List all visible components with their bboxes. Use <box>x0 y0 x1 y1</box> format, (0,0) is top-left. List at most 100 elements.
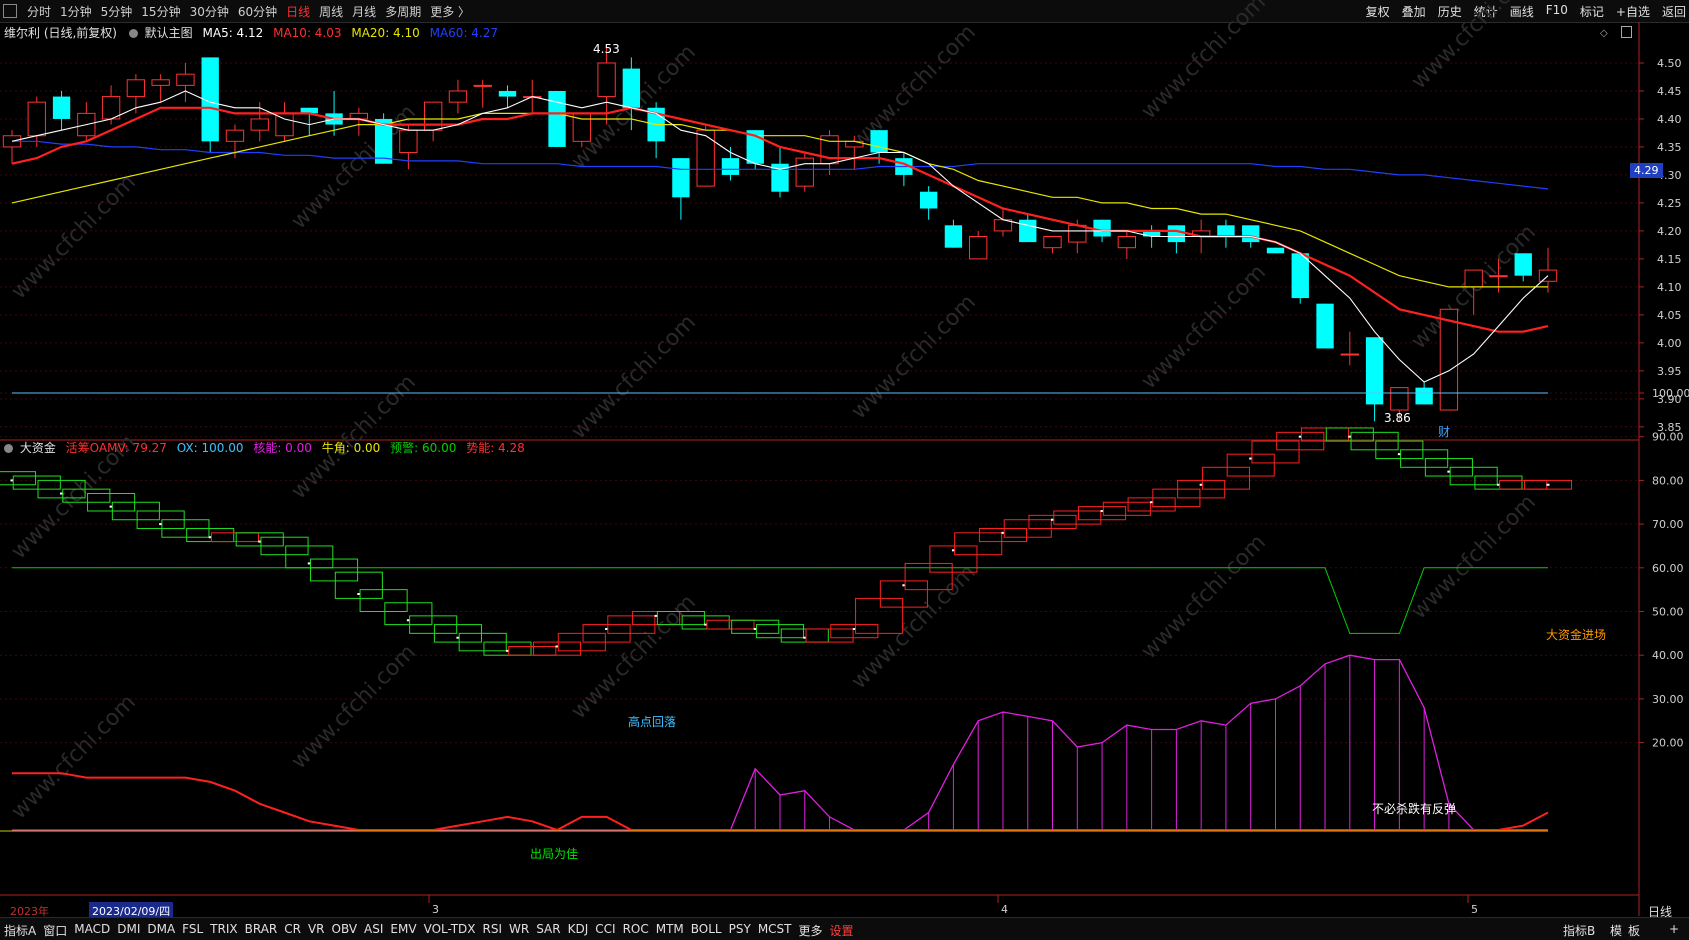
watermark-text: www.cfchi.com <box>287 640 421 774</box>
candle-body-down <box>1266 247 1285 254</box>
candle-body-down <box>919 191 938 209</box>
price-tick-label: 4.00 <box>1657 337 1682 350</box>
indicator-tab-19[interactable]: ROC <box>623 922 649 936</box>
oamv-box <box>483 641 532 656</box>
bottom-right-tab-2[interactable]: 板 <box>1628 922 1640 939</box>
rebound-label: 不必杀跌有反弹 <box>1372 802 1457 816</box>
price-tick-label: 3.95 <box>1657 365 1682 378</box>
oamv-box <box>1201 466 1250 490</box>
candle-body-down <box>1167 225 1186 243</box>
month-label-4: 4 <box>1001 903 1008 916</box>
candle-body-up <box>969 236 988 260</box>
indicator-tab-21[interactable]: BOLL <box>691 922 722 936</box>
candle-body-up <box>250 118 269 131</box>
indicator-tab-8[interactable]: CR <box>284 922 301 936</box>
oamv-dot <box>1546 483 1550 486</box>
candle-body-down <box>1365 337 1384 405</box>
price-tick-label: 4.45 <box>1657 85 1682 98</box>
indicator-tab-20[interactable]: MTM <box>656 922 684 936</box>
candle-body-up <box>448 90 468 103</box>
watermark-text: www.cfchi.com <box>1137 0 1271 124</box>
pullback-label: 高点回落 <box>628 715 677 729</box>
candle-body-down <box>944 225 963 248</box>
power-label: 势能: 4.28 <box>466 441 525 455</box>
month-label-5: 5 <box>1471 903 1478 916</box>
candle-body-down <box>1019 219 1037 243</box>
indicator-tab-23[interactable]: MCST <box>758 922 792 936</box>
oamv-box <box>780 628 829 643</box>
candle-body-up <box>696 129 715 187</box>
indicator-tab-5[interactable]: FSL <box>182 922 203 936</box>
candle-body-up <box>1489 275 1508 278</box>
oamv-box <box>755 624 805 639</box>
warn-label: 预警: 60.00 <box>390 441 457 455</box>
indicator-tab-2[interactable]: MACD <box>74 922 110 936</box>
indicator-tab-18[interactable]: CCI <box>595 922 615 936</box>
sub-name[interactable]: 大资金 <box>20 441 56 455</box>
oamv-box <box>1102 501 1151 516</box>
oamv-label: 活筹OAMV: 79.27 <box>65 441 167 455</box>
indicator-tab-9[interactable]: VR <box>308 922 325 936</box>
bull-label: 牛角: 0.00 <box>321 441 381 455</box>
sub-tick-label: 30.00 <box>1652 693 1684 706</box>
oamv-box <box>186 527 235 543</box>
high-price-label: 4.53 <box>593 42 620 56</box>
watermark-text: www.cfchi.com <box>567 590 701 724</box>
oamv-box <box>978 527 1028 543</box>
indicator-tab-25[interactable]: 设置 <box>830 922 854 939</box>
oamv-box <box>706 619 755 630</box>
exit-label: 出局为佳 <box>530 847 579 861</box>
watermark-text: www.cfchi.com <box>1137 260 1271 394</box>
indicator-tab-16[interactable]: SAR <box>536 922 560 936</box>
candle-body-down <box>1217 225 1235 237</box>
candle-body-up <box>1464 269 1483 288</box>
bottom-right-tab-3[interactable]: + <box>1669 922 1679 936</box>
candle-body-down <box>1514 253 1532 276</box>
indicator-tab-12[interactable]: EMV <box>390 922 416 936</box>
candle-body-down <box>672 158 690 198</box>
candle-body-up <box>176 73 195 86</box>
indicator-tab-4[interactable]: DMA <box>147 922 175 936</box>
indicator-tab-17[interactable]: KDJ <box>568 922 589 936</box>
candle-body-up <box>1068 224 1087 243</box>
watermark-text: www.cfchi.com <box>847 290 981 424</box>
candle-body-up <box>795 157 814 187</box>
indicator-tab-24[interactable]: 更多 <box>799 922 823 939</box>
indicator-tab-22[interactable]: PSY <box>729 922 751 936</box>
oamv-box <box>1251 440 1300 464</box>
oamv-box <box>1325 427 1374 442</box>
cai-marker[interactable]: 财 <box>1438 423 1450 440</box>
ox-label: OX: 100.00 <box>176 441 244 455</box>
indicator-tab-6[interactable]: TRIX <box>210 922 237 936</box>
bottom-right-tab-1[interactable]: 模 <box>1610 922 1622 939</box>
watermark-text: www.cfchi.com <box>847 560 981 694</box>
indicator-tab-15[interactable]: WR <box>509 922 529 936</box>
oamv-box <box>1226 453 1275 477</box>
chart-svg: www.cfchi.com www.cfchi.com www.cfchi.com w… <box>0 0 1689 916</box>
oamv-box <box>731 619 780 634</box>
price-tick-label: 4.40 <box>1657 113 1682 126</box>
indicator-tab-7[interactable]: BRAR <box>245 922 278 936</box>
indicator-tab-10[interactable]: OBV <box>332 922 358 936</box>
watermark-text: www.cfchi.com <box>1137 530 1271 664</box>
sub-tick-label: 50.00 <box>1652 606 1684 619</box>
oamv-box <box>0 471 37 486</box>
indicator-tab-14[interactable]: RSI <box>483 922 503 936</box>
candle-body-down <box>52 96 71 119</box>
oamv-box <box>830 624 879 639</box>
indicator-tab-0[interactable]: 指标A <box>4 922 36 939</box>
bottom-right-tab-0[interactable]: 指标B <box>1563 922 1595 939</box>
price-tick-label: 4.10 <box>1657 281 1682 294</box>
oamv-box <box>805 628 854 643</box>
oamv-box <box>310 558 359 582</box>
indicator-tab-13[interactable]: VOL-TDX <box>424 922 476 936</box>
candle-body-down <box>1291 253 1309 299</box>
oamv-box <box>1499 479 1548 490</box>
oamv-box <box>1053 510 1102 525</box>
indicator-tab-11[interactable]: ASI <box>364 922 383 936</box>
indicator-tab-3[interactable]: DMI <box>117 922 140 936</box>
sub-collapse-icon[interactable] <box>4 444 13 453</box>
oamv-box <box>1078 506 1127 521</box>
indicator-tab-1[interactable]: 窗口 <box>43 922 67 939</box>
price-tick-label: 4.20 <box>1657 225 1682 238</box>
